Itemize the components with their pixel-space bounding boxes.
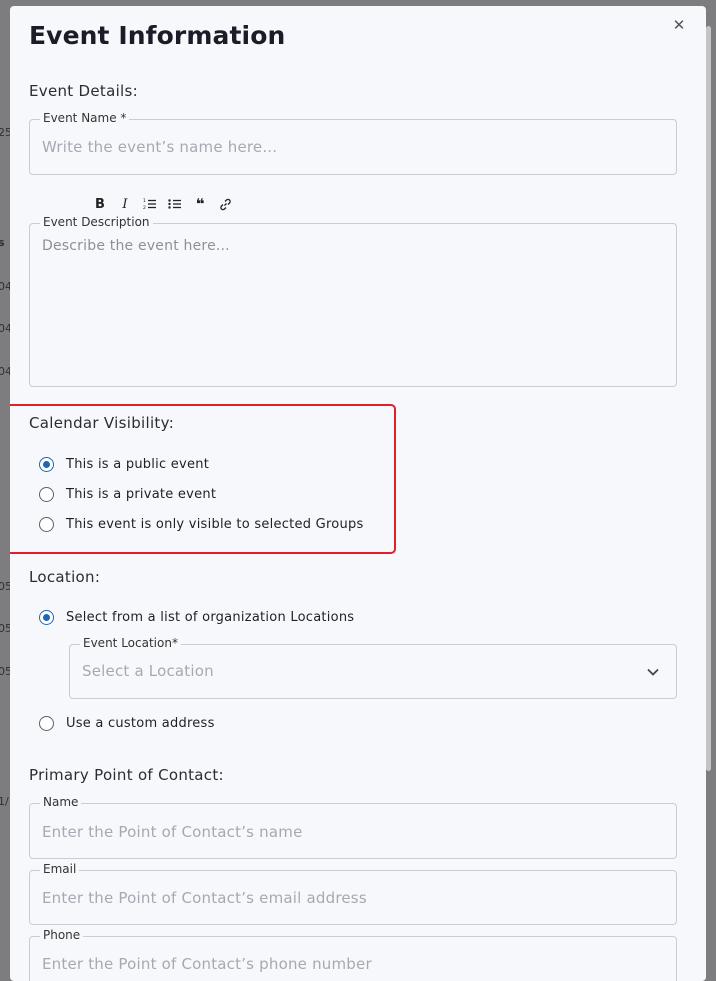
link-icon[interactable] [217, 196, 233, 212]
chevron-down-icon [647, 668, 659, 676]
contact-email-placeholder: Enter the Point of Contact’s email addre… [42, 889, 367, 907]
contact-email-field[interactable]: Email Enter the Point of Contact’s email… [29, 862, 677, 925]
contact-name-label: Name [40, 795, 82, 809]
event-name-field[interactable]: Event Name * Write the event’s name here… [29, 111, 677, 175]
event-details-label: Event Details: [29, 82, 138, 100]
bold-icon[interactable]: B [92, 196, 108, 212]
contact-email-label: Email [40, 862, 80, 876]
italic-icon[interactable]: I [117, 196, 133, 212]
event-description-label: Event Description [40, 215, 153, 229]
radio-label: Use a custom address [66, 716, 215, 731]
rich-text-toolbar: B I 12 ❝ [92, 195, 233, 213]
event-information-modal: ✕ Event Information Event Details: Event… [10, 6, 706, 981]
radio-button[interactable] [39, 610, 54, 625]
event-location-select[interactable]: Event Location* Select a Location [69, 636, 677, 699]
radio-custom-address[interactable]: Use a custom address [39, 716, 215, 731]
background-fragment: 1/ [0, 795, 9, 808]
event-location-label: Event Location* [80, 636, 181, 650]
calendar-visibility-highlight [10, 404, 396, 554]
contact-phone-field[interactable]: Phone Enter the Point of Contact’s phone… [29, 928, 677, 981]
background-fragment: s [0, 236, 5, 249]
radio-label: Select from a list of organization Locat… [66, 610, 355, 625]
svg-text:1: 1 [143, 198, 146, 204]
radio-organization-locations[interactable]: Select from a list of organization Locat… [39, 610, 354, 625]
contact-phone-label: Phone [40, 928, 84, 942]
event-name-label: Event Name * [40, 111, 130, 125]
quote-icon[interactable]: ❝ [192, 195, 208, 213]
contact-phone-placeholder: Enter the Point of Contact’s phone numbe… [42, 955, 372, 973]
svg-text:2: 2 [143, 205, 146, 210]
event-description-field[interactable]: Event Description Describe the event her… [29, 215, 677, 387]
event-location-placeholder: Select a Location [82, 662, 214, 680]
contact-name-field[interactable]: Name Enter the Point of Contact’s name [29, 795, 677, 859]
event-description-placeholder: Describe the event here... [42, 238, 230, 254]
event-name-placeholder: Write the event’s name here... [42, 138, 278, 156]
contact-name-placeholder: Enter the Point of Contact’s name [42, 823, 303, 841]
bullet-list-icon[interactable] [167, 196, 183, 212]
location-label: Location: [29, 568, 101, 586]
close-icon[interactable]: ✕ [670, 16, 688, 34]
primary-contact-label: Primary Point of Contact: [29, 766, 224, 784]
scrollbar-thumb[interactable] [706, 26, 711, 771]
modal-scrollbar[interactable] [703, 6, 713, 969]
ordered-list-icon[interactable]: 12 [142, 196, 158, 212]
modal-title: Event Information [29, 21, 286, 50]
radio-button[interactable] [39, 716, 54, 731]
